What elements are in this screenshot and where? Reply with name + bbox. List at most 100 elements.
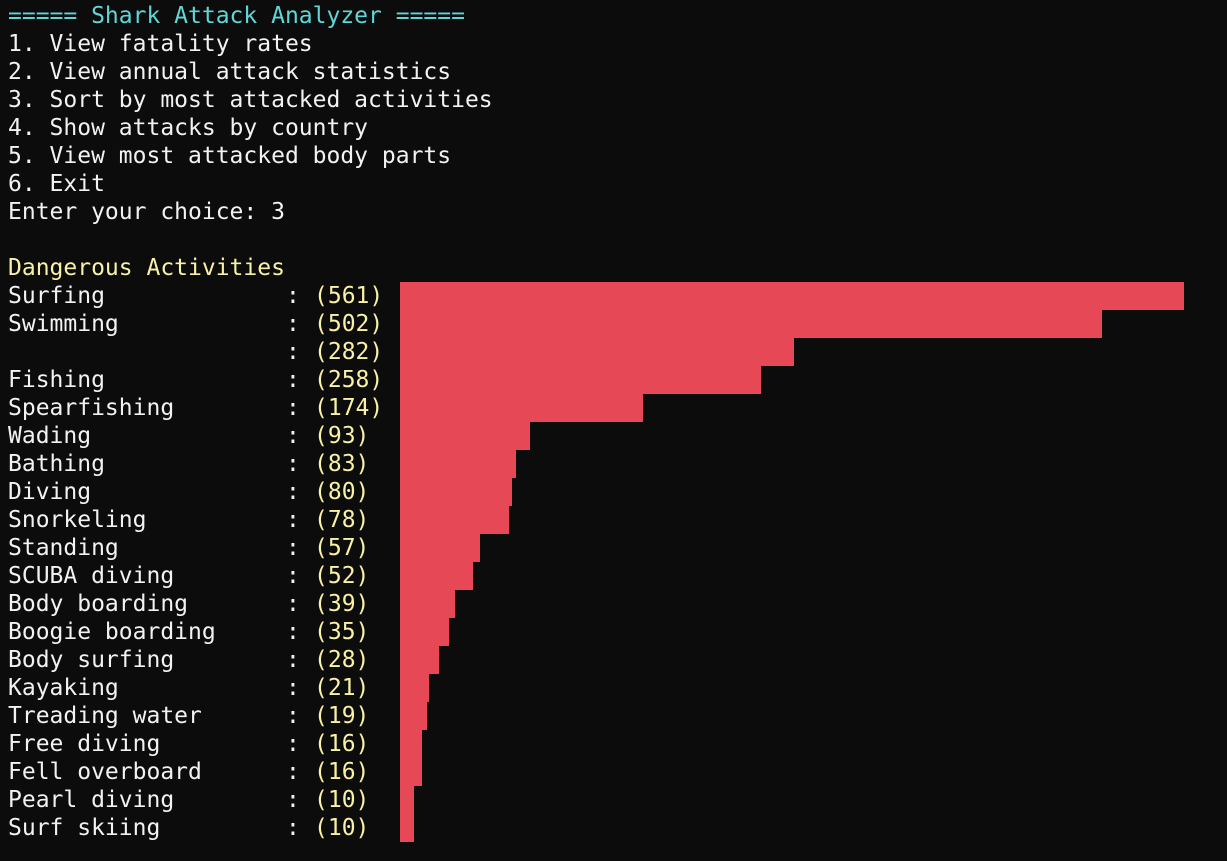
activity-label: Surf skiing: [8, 815, 161, 841]
menu-item-sort-activities: 3. Sort by most attacked activities: [8, 87, 493, 113]
activity-count: (16): [314, 731, 370, 757]
label-separator: :: [286, 367, 300, 393]
activity-label: Spearfishing: [8, 395, 175, 421]
activity-row: Bathing: (83): [8, 450, 1227, 478]
bar-track: [400, 730, 1200, 758]
activity-label: Body surfing: [8, 647, 175, 673]
activity-bar: [400, 618, 449, 646]
label-separator: :: [286, 339, 300, 365]
label-separator: :: [286, 731, 300, 757]
activity-count: (282): [314, 339, 384, 365]
menu-item-exit: 6. Exit: [8, 171, 105, 197]
activity-bar: [400, 534, 480, 562]
activity-label: Fishing: [8, 367, 105, 393]
activity-bar-chart: Surfing: (561) Swimming: (502): (282) Fishing…: [8, 282, 1227, 842]
activity-label: Swimming: [8, 311, 119, 337]
activity-row: Free diving: (16): [8, 730, 1227, 758]
activity-bar: [400, 674, 429, 702]
activity-count: (35): [314, 619, 370, 645]
activity-row: Standing: (57): [8, 534, 1227, 562]
activity-count: (78): [314, 507, 370, 533]
activity-row: Wading: (93): [8, 422, 1227, 450]
activity-bar: [400, 450, 516, 478]
activity-label: Treading water: [8, 703, 202, 729]
bar-track: [400, 422, 1200, 450]
activity-row: SCUBA diving: (52): [8, 562, 1227, 590]
bar-track: [400, 282, 1200, 310]
activity-count: (52): [314, 563, 370, 589]
activity-bar: [400, 814, 414, 842]
activity-bar: [400, 702, 427, 730]
bar-track: [400, 394, 1200, 422]
menu-item-annual-statistics: 2. View annual attack statistics: [8, 59, 452, 85]
app-title: ===== Shark Attack Analyzer =====: [8, 3, 465, 29]
label-separator: :: [286, 619, 300, 645]
bar-track: [400, 758, 1200, 786]
activity-count: (258): [314, 367, 384, 393]
bar-track: [400, 534, 1200, 562]
activity-count: (39): [314, 591, 370, 617]
activity-bar: [400, 506, 509, 534]
activity-row: Surf skiing: (10): [8, 814, 1227, 842]
label-separator: :: [286, 647, 300, 673]
activity-bar: [400, 590, 455, 618]
activity-label: Wading: [8, 423, 92, 449]
activity-bar: [400, 338, 794, 366]
activity-row: Surfing: (561): [8, 282, 1227, 310]
activity-count: (21): [314, 675, 370, 701]
activity-label: Bathing: [8, 451, 105, 477]
activity-bar: [400, 310, 1102, 338]
bar-track: [400, 674, 1200, 702]
label-separator: :: [286, 507, 300, 533]
menu-item-fatality-rates: 1. View fatality rates: [8, 31, 313, 57]
activity-label: Diving: [8, 479, 92, 505]
terminal-output: ===== Shark Attack Analyzer ===== 1. Vie…: [8, 2, 1227, 842]
label-separator: :: [286, 591, 300, 617]
activity-label: Free diving: [8, 731, 161, 757]
bar-track: [400, 506, 1200, 534]
activity-bar: [400, 646, 439, 674]
bar-track: [400, 450, 1200, 478]
activity-label: Body boarding: [8, 591, 189, 617]
activity-count: (28): [314, 647, 370, 673]
activity-row: Boogie boarding: (35): [8, 618, 1227, 646]
activity-row: Spearfishing: (174): [8, 394, 1227, 422]
label-separator: :: [286, 787, 300, 813]
activity-row: Fishing: (258): [8, 366, 1227, 394]
activity-row: Fell overboard: (16): [8, 758, 1227, 786]
activity-bar: [400, 366, 761, 394]
activity-row: Body surfing: (28): [8, 646, 1227, 674]
label-separator: :: [286, 675, 300, 701]
activity-label: SCUBA diving: [8, 563, 175, 589]
label-separator: :: [286, 395, 300, 421]
activity-label: Snorkeling: [8, 507, 147, 533]
activity-count: (502): [314, 311, 384, 337]
activity-label: Pearl diving: [8, 787, 175, 813]
bar-track: [400, 366, 1200, 394]
label-separator: :: [286, 479, 300, 505]
label-separator: :: [286, 563, 300, 589]
label-separator: :: [286, 451, 300, 477]
activity-row: Body boarding: (39): [8, 590, 1227, 618]
activity-label: Kayaking: [8, 675, 119, 701]
activity-label: Surfing: [8, 283, 105, 309]
activity-count: (83): [314, 451, 370, 477]
label-separator: :: [286, 815, 300, 841]
activity-bar: [400, 758, 422, 786]
activity-count: (57): [314, 535, 370, 561]
activity-bar: [400, 422, 530, 450]
activity-row: Kayaking: (21): [8, 674, 1227, 702]
label-separator: :: [286, 703, 300, 729]
bar-track: [400, 702, 1200, 730]
activity-count: (10): [314, 787, 370, 813]
choice-prompt[interactable]: Enter your choice: 3: [8, 198, 1227, 226]
activity-count: (93): [314, 423, 370, 449]
activity-bar: [400, 730, 422, 758]
activity-row: Pearl diving: (10): [8, 786, 1227, 814]
bar-track: [400, 562, 1200, 590]
activity-row: Swimming: (502): [8, 310, 1227, 338]
activity-bar: [400, 786, 414, 814]
activity-count: (19): [314, 703, 370, 729]
activity-count: (561): [314, 283, 384, 309]
